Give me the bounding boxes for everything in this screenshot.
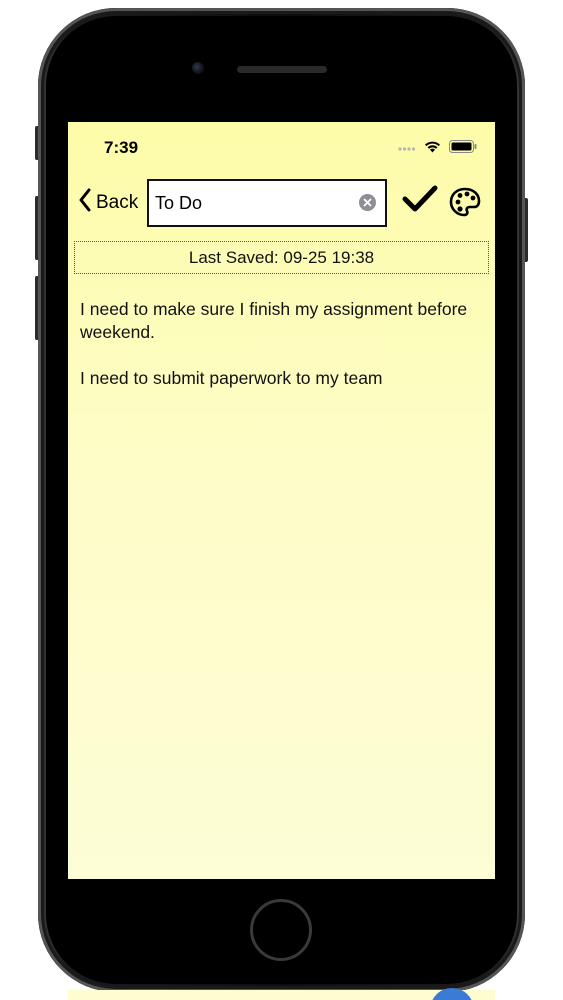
back-label: Back [96,191,139,213]
next-screen-strip [68,990,495,1000]
earpiece-speaker [237,66,327,73]
battery-icon [449,140,477,158]
home-button[interactable] [250,899,312,961]
back-button[interactable]: Back [78,188,138,217]
stage: 7:39 Back To Do Last Saved: 09-25 19:38 … [0,0,563,1000]
checkmark-icon[interactable] [402,184,438,219]
clear-icon[interactable] [359,194,376,211]
nav-bar: Back [68,174,495,232]
status-icons [398,140,477,158]
front-camera [192,62,204,74]
note-title-input[interactable] [155,181,355,225]
wifi-icon [424,140,441,158]
cellular-signal-icon [398,140,416,158]
status-bar: 7:39 [68,122,495,174]
status-time: 7:39 [104,138,139,157]
chevron-left-icon [78,188,92,217]
note-title-field[interactable] [147,179,387,227]
palette-icon[interactable] [449,187,481,222]
last-saved-label: Last Saved: 09-25 19:38 [74,241,489,274]
screen: 7:39 Back To Do Last Saved: 09-25 19:38 … [68,122,495,879]
note-body-text[interactable]: I need to make sure I finish my assignme… [80,298,480,390]
